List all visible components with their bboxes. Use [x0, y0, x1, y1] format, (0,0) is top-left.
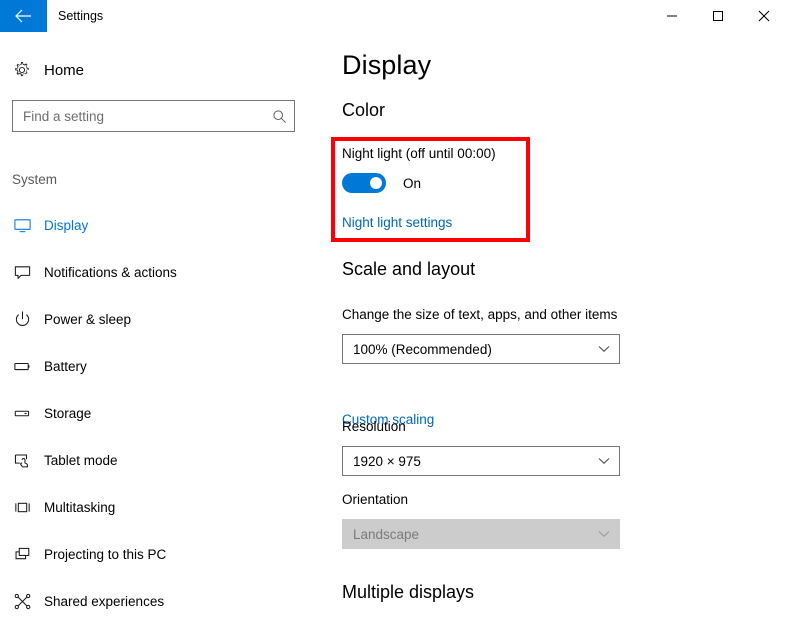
monitor-icon	[0, 216, 44, 235]
sidebar-item-label: Projecting to this PC	[44, 547, 167, 562]
sidebar-item-home[interactable]: Home	[0, 52, 310, 88]
sidebar-home-label: Home	[44, 61, 85, 79]
sidebar-item-storage[interactable]: Storage	[0, 390, 330, 437]
night-light-toggle-row: On	[342, 173, 421, 193]
search-input[interactable]	[13, 101, 264, 131]
resolution-dropdown[interactable]: 1920 × 975	[342, 446, 620, 476]
sidebar-item-battery[interactable]: Battery	[0, 343, 330, 390]
storage-drive-icon	[0, 404, 44, 423]
sidebar-item-display[interactable]: Display	[0, 202, 330, 249]
sidebar-nav-list: Display Notifications & actions Power & …	[0, 202, 330, 625]
section-heading-color: Color	[342, 100, 386, 120]
sidebar-item-notifications-actions[interactable]: Notifications & actions	[0, 249, 330, 296]
chevron-down-icon	[589, 457, 619, 465]
close-icon	[758, 10, 770, 22]
sidebar-item-multitasking[interactable]: Multitasking	[0, 484, 330, 531]
sidebar-item-label: Tablet mode	[44, 453, 118, 468]
gear-icon	[0, 61, 44, 79]
window-controls	[649, 0, 787, 32]
section-heading-multiple-displays: Multiple displays	[342, 582, 475, 602]
page-title: Display	[342, 50, 432, 80]
sidebar-item-projecting-to-this-pc[interactable]: Projecting to this PC	[0, 531, 330, 578]
night-light-toggle-state: On	[403, 175, 422, 191]
window-title: Settings	[58, 9, 104, 23]
sidebar: Home System Display	[0, 32, 330, 620]
main-content: Display Color Night light (off until 00:…	[330, 32, 787, 620]
night-light-label: Night light (off until 00:00)	[342, 146, 496, 161]
sidebar-item-label: Battery	[44, 359, 87, 374]
sidebar-item-label: Storage	[44, 406, 92, 421]
title-bar: Settings	[0, 0, 787, 32]
orientation-dropdown-value: Landscape	[353, 526, 420, 542]
scale-dropdown[interactable]: 100% (Recommended)	[342, 334, 620, 364]
speech-bubble-icon	[0, 263, 44, 282]
tablet-touch-icon	[0, 451, 44, 470]
back-arrow-icon	[15, 9, 32, 23]
maximize-button[interactable]	[695, 0, 741, 32]
sidebar-item-label: Notifications & actions	[44, 265, 177, 280]
section-heading-scale-and-layout: Scale and layout	[342, 259, 476, 279]
night-light-settings-link[interactable]: Night light settings	[342, 215, 452, 230]
toggle-knob	[370, 177, 382, 189]
resolution-dropdown-value: 1920 × 975	[353, 453, 421, 469]
minimize-button[interactable]	[649, 0, 695, 32]
sidebar-item-label: Power & sleep	[44, 312, 132, 327]
sidebar-item-power-sleep[interactable]: Power & sleep	[0, 296, 330, 343]
sidebar-item-shared-experiences[interactable]: Shared experiences	[0, 578, 330, 625]
orientation-dropdown: Landscape	[342, 519, 620, 549]
chevron-down-icon	[589, 530, 619, 538]
minimize-icon	[666, 10, 678, 22]
sidebar-item-label: Shared experiences	[44, 594, 165, 609]
chevron-down-icon	[589, 345, 619, 353]
night-light-toggle[interactable]	[342, 173, 386, 193]
back-button[interactable]	[0, 0, 47, 32]
search-icon	[264, 109, 294, 124]
sidebar-group-label: System	[12, 172, 58, 187]
resolution-field-label: Resolution	[342, 419, 406, 434]
close-button[interactable]	[741, 0, 787, 32]
scale-dropdown-value: 100% (Recommended)	[353, 341, 492, 357]
sidebar-item-tablet-mode[interactable]: Tablet mode	[0, 437, 330, 484]
battery-icon	[0, 357, 44, 376]
sidebar-item-label: Display	[44, 218, 89, 233]
sidebar-item-label: Multitasking	[44, 500, 116, 515]
maximize-icon	[712, 10, 724, 22]
scale-field-label: Change the size of text, apps, and other…	[342, 307, 618, 322]
shared-nodes-icon	[0, 592, 44, 611]
projecting-icon	[0, 545, 44, 564]
multitasking-icon	[0, 498, 44, 517]
orientation-field-label: Orientation	[342, 492, 409, 507]
search-box[interactable]	[12, 100, 295, 132]
power-icon	[0, 310, 44, 329]
